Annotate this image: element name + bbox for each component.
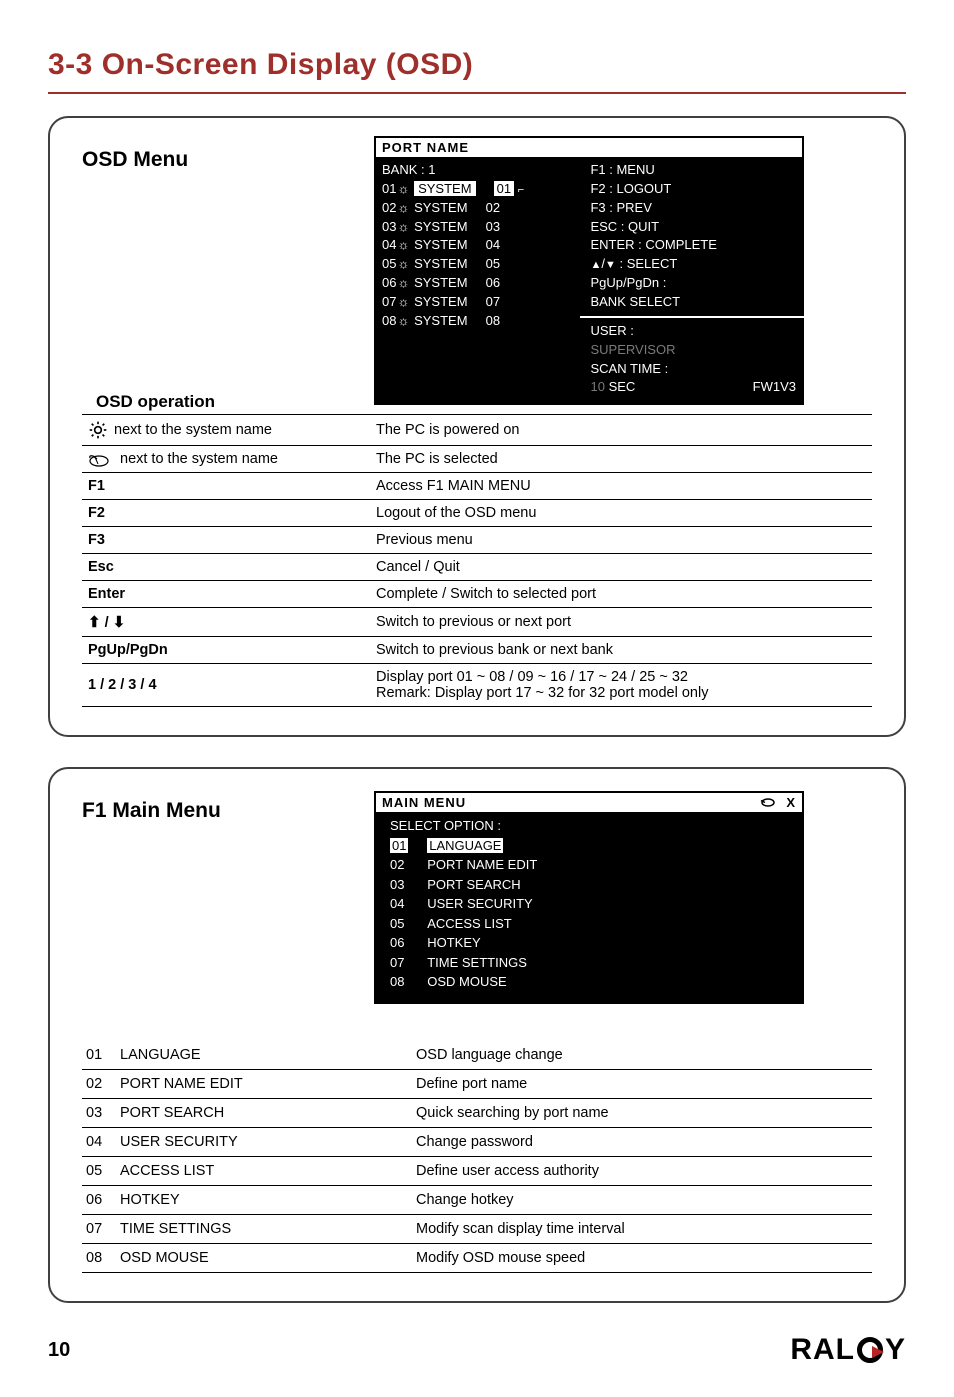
main-menu-screenshot: MAIN MENU X SELECT OPTION : 01 LANGUAGE0…: [374, 791, 804, 1004]
main-menu-item: 04 USER SECURITY: [390, 894, 794, 914]
main-menu-close-icons: X: [760, 795, 796, 810]
main-menu-item: 08 OSD MOUSE: [390, 972, 794, 992]
osd-menu-panel: OSD Menu PORT NAME BANK : 1 01☼ SYSTEM 0…: [48, 116, 906, 737]
table-row: 07TIME SETTINGSModify scan display time …: [82, 1215, 872, 1244]
title-rule: [48, 92, 906, 94]
table-row: 02PORT NAME EDITDefine port name: [82, 1070, 872, 1099]
osd-help-column: F1 : MENUF2 : LOGOUTF3 : PREVESC : QUITE…: [580, 157, 802, 403]
osd-port-row: 06☼ SYSTEM 06: [382, 274, 574, 293]
osd-port-row: 05☼ SYSTEM 05: [382, 255, 574, 274]
osd-scan-unit: SEC: [609, 379, 636, 394]
table-row: next to the system nameThe PC is selecte…: [82, 446, 872, 473]
osd-user-value: SUPERVISOR: [590, 341, 796, 360]
logo-o-icon: [857, 1337, 883, 1363]
table-row: 04USER SECURITYChange password: [82, 1128, 872, 1157]
table-row: 01LANGUAGEOSD language change: [82, 1041, 872, 1070]
table-row: 1 / 2 / 3 / 4Display port 01 ~ 08 / 09 ~…: [82, 664, 872, 707]
osd-help-line: ESC : QUIT: [590, 218, 796, 237]
osd-help-line: F3 : PREV: [590, 199, 796, 218]
osd-help-line: F1 : MENU: [590, 161, 796, 180]
main-menu-item: 05 ACCESS LIST: [390, 914, 794, 934]
table-row: EscCancel / Quit: [82, 554, 872, 581]
main-menu-item: 01 LANGUAGE: [390, 836, 794, 856]
main-menu-item: 02 PORT NAME EDIT: [390, 855, 794, 875]
osd-port-row: 03☼ SYSTEM 03: [382, 218, 574, 237]
section-title: 3-3 On-Screen Display (OSD): [48, 48, 906, 82]
sun-icon: [88, 422, 108, 438]
main-menu-item: 03 PORT SEARCH: [390, 875, 794, 895]
osd-port-row: 02☼ SYSTEM 02: [382, 199, 574, 218]
mouse-icon: [88, 451, 114, 467]
main-menu-item: 06 HOTKEY: [390, 933, 794, 953]
main-menu-table: 01LANGUAGEOSD language change02PORT NAME…: [82, 1041, 872, 1273]
table-row: 08OSD MOUSEModify OSD mouse speed: [82, 1244, 872, 1273]
osd-header: PORT NAME: [376, 138, 802, 157]
main-menu-item: 07 TIME SETTINGS: [390, 953, 794, 973]
brand-logo: RALY: [790, 1333, 906, 1367]
osd-scan-value: 10: [590, 379, 604, 394]
osd-operation-table: next to the system nameThe PC is powered…: [82, 414, 872, 707]
osd-port-name-screenshot: PORT NAME BANK : 1 01☼ SYSTEM 01 ⌐02☼ SY…: [374, 136, 804, 405]
main-menu-header: MAIN MENU: [382, 795, 466, 810]
up-down-arrows-icon: ⬆ / ⬇: [88, 615, 125, 631]
table-row: F1Access F1 MAIN MENU: [82, 473, 872, 500]
table-row: 03PORT SEARCHQuick searching by port nam…: [82, 1099, 872, 1128]
osd-help-line: F2 : LOGOUT: [590, 180, 796, 199]
osd-port-row: 07☼ SYSTEM 07: [382, 293, 574, 312]
osd-help-line: ▲/▼ : SELECT: [590, 255, 796, 274]
main-menu-select-label: SELECT OPTION :: [390, 816, 794, 836]
page-number: 10: [48, 1339, 70, 1362]
f1-main-menu-panel: F1 Main Menu MAIN MENU X SELECT OPTION :…: [48, 767, 906, 1303]
table-row: F2Logout of the OSD menu: [82, 500, 872, 527]
osd-port-row: 04☼ SYSTEM 04: [382, 236, 574, 255]
osd-port-row: 08☼ SYSTEM 08: [382, 312, 574, 331]
osd-port-list: BANK : 1 01☼ SYSTEM 01 ⌐02☼ SYSTEM 0203☼…: [376, 157, 580, 403]
table-row: 06HOTKEYChange hotkey: [82, 1186, 872, 1215]
osd-user-label: USER :: [590, 322, 796, 341]
osd-help-line: BANK SELECT: [590, 293, 796, 312]
table-row: F3Previous menu: [82, 527, 872, 554]
table-row: 05ACCESS LISTDefine user access authorit…: [82, 1157, 872, 1186]
table-row: ⬆ / ⬇Switch to previous or next port: [82, 608, 872, 637]
osd-bank-line: BANK : 1: [382, 161, 574, 180]
osd-help-line: PgUp/PgDn :: [590, 274, 796, 293]
osd-scan-label: SCAN TIME :: [590, 360, 796, 379]
table-row: next to the system nameThe PC is powered…: [82, 415, 872, 446]
table-row: PgUp/PgDnSwitch to previous bank or next…: [82, 637, 872, 664]
osd-firmware: FW1V3: [753, 378, 796, 397]
osd-help-line: ENTER : COMPLETE: [590, 236, 796, 255]
table-row: EnterComplete / Switch to selected port: [82, 581, 872, 608]
osd-port-row: 01☼ SYSTEM 01 ⌐: [382, 180, 574, 199]
